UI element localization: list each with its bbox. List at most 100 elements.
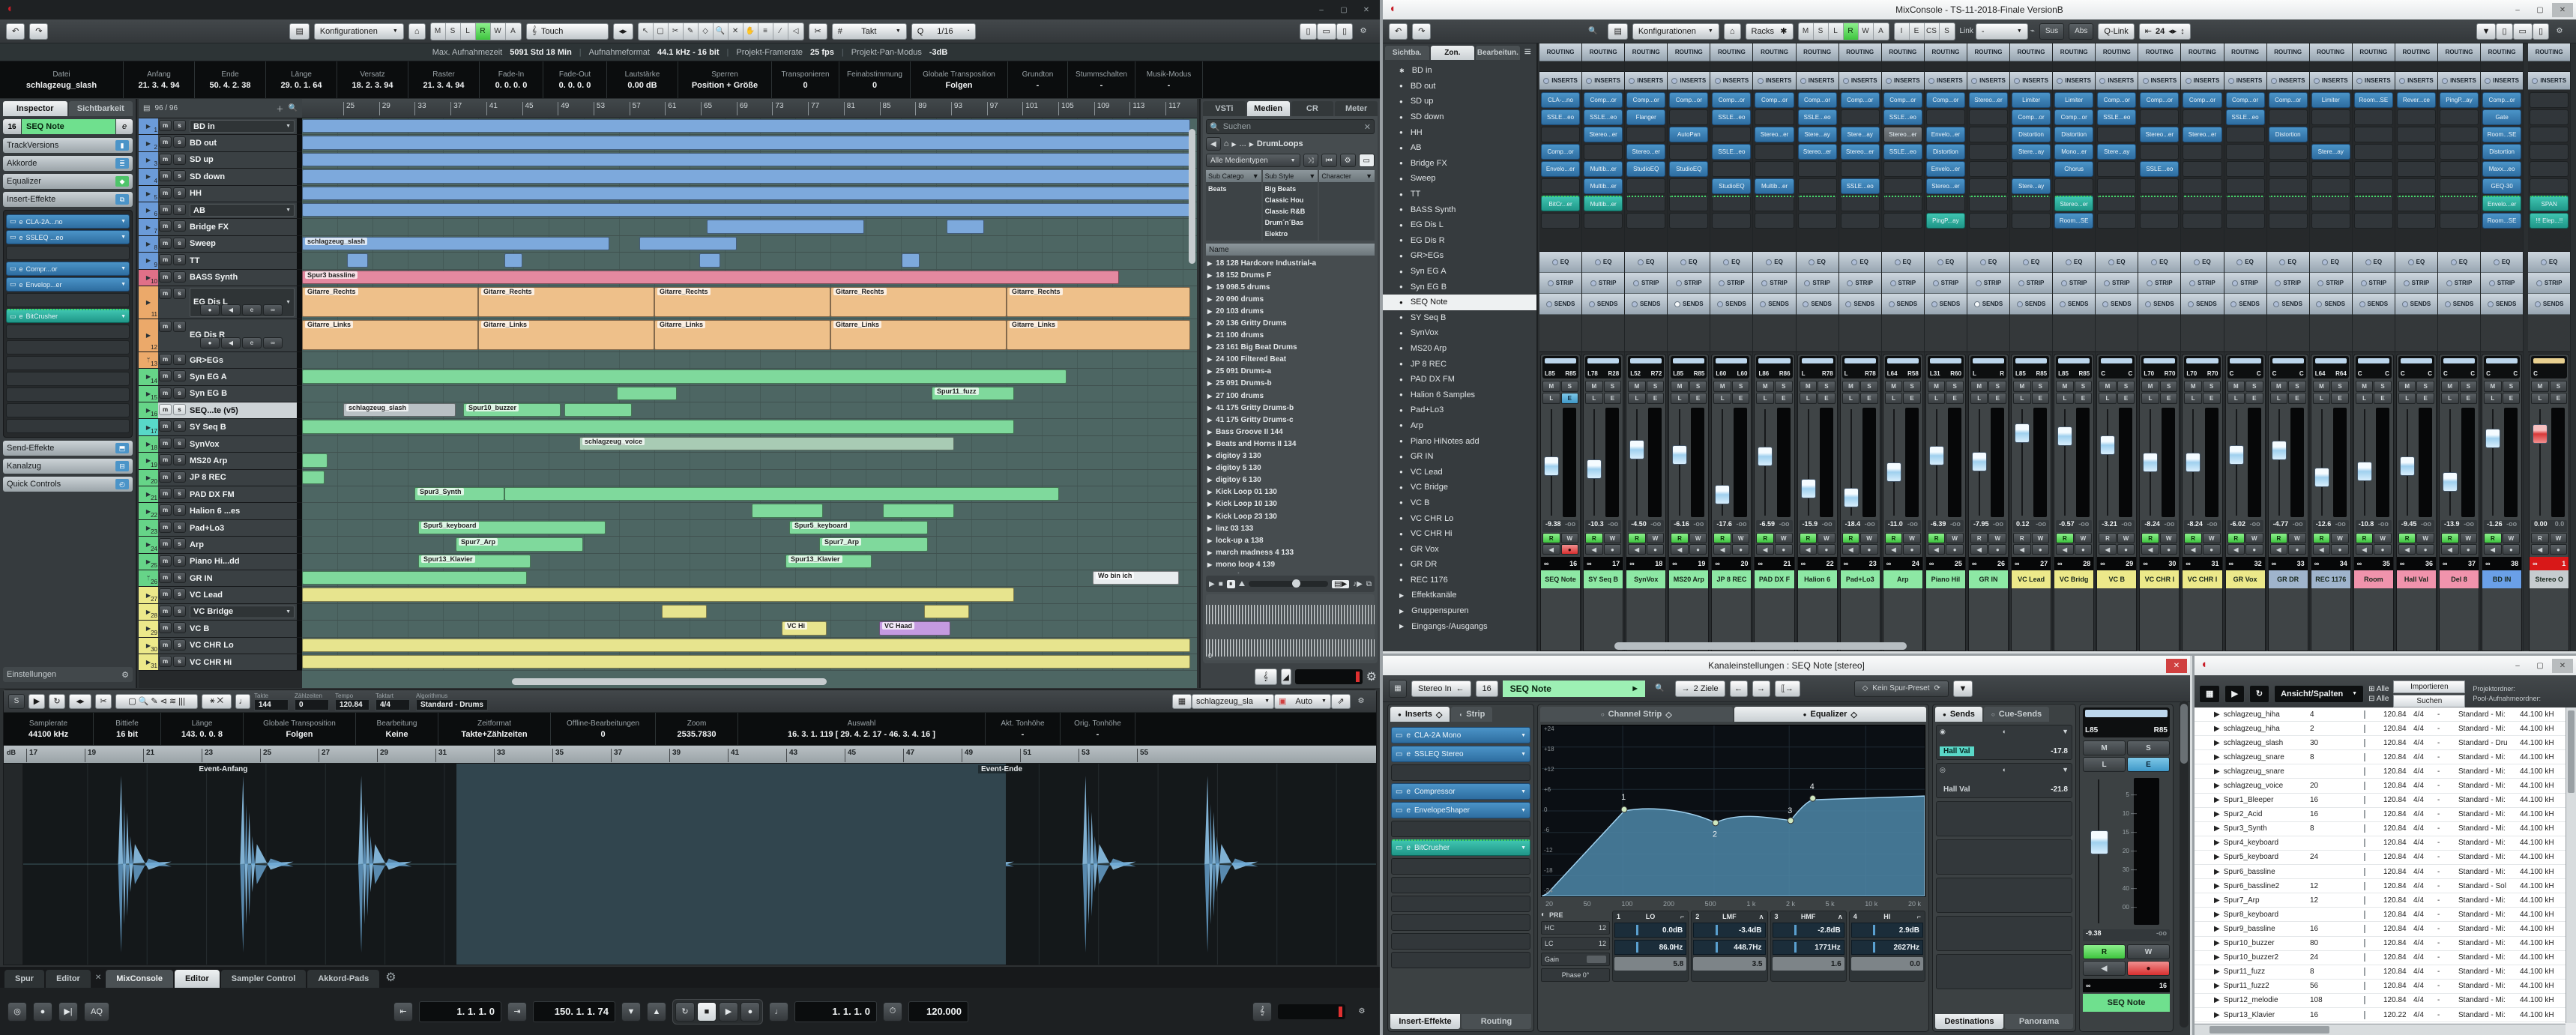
band-freq[interactable]: 1771Hz: [1773, 940, 1844, 955]
insert-slot[interactable]: [1391, 952, 1530, 968]
media-file-item[interactable]: ▶20 103 drums: [1206, 305, 1375, 317]
edit-button[interactable]: E: [2075, 393, 2093, 404]
insert-slot[interactable]: [1391, 896, 1530, 912]
arrangement-event[interactable]: [302, 119, 1190, 133]
peak-value[interactable]: -oo: [1993, 520, 2003, 532]
info-field-feinabstimmung[interactable]: Feinabstimmung0: [839, 61, 911, 98]
solo-button[interactable]: s: [173, 187, 186, 199]
media-file-item[interactable]: ▶27 100 drums: [1206, 390, 1375, 402]
window-zones-icon[interactable]: ⌂: [408, 23, 426, 40]
play-triangle-icon[interactable]: ▶: [1207, 465, 1212, 471]
pan-control[interactable]: L64R58: [1885, 356, 1921, 378]
mute-button[interactable]: m: [159, 204, 172, 215]
play-triangle-icon[interactable]: ▶: [2214, 968, 2220, 976]
read-button[interactable]: R: [2083, 944, 2126, 959]
fader-zone[interactable]: [1755, 406, 1794, 519]
channel-name-label[interactable]: SEQ Note: [1541, 570, 1580, 588]
insert-slot[interactable]: SSLE...eo: [2140, 161, 2179, 177]
post-insert-slot[interactable]: [2440, 213, 2479, 229]
musical-mode-cell[interactable]: [2361, 868, 2380, 876]
arrangement-lane[interactable]: [302, 453, 1197, 469]
track-row-tt[interactable]: ▶9msTT: [139, 253, 302, 269]
fader-db-value[interactable]: -11.0: [1888, 520, 1903, 532]
arrangement-event[interactable]: Gitarre_Rechts: [478, 287, 654, 317]
autoscroll-button[interactable]: ◂▸: [613, 23, 633, 40]
post-insert-slot[interactable]: [1712, 213, 1751, 229]
inserts-rack-header[interactable]: INSERTS: [2310, 72, 2352, 90]
playhead-position[interactable]: 1. 1. 1. 0: [794, 1001, 877, 1022]
dropdown-icon[interactable]: ▼: [2062, 728, 2069, 736]
editor-ruler[interactable]: dB17192123252729313335373941434547495153…: [4, 746, 1376, 764]
post-insert-slot[interactable]: Room...SE: [2482, 213, 2521, 229]
routing-rack-header[interactable]: ROUTING: [2053, 43, 2095, 61]
track-color-tab[interactable]: ▶24: [139, 537, 158, 552]
arrangement-event[interactable]: [302, 571, 527, 585]
pool-row[interactable]: ▶schlagzeug_hiha4120.844/4-Standard - Mi…: [2195, 707, 2566, 722]
track-color-tab[interactable]: ▶30: [139, 638, 158, 654]
send-destination[interactable]: Hall Val: [1940, 746, 1974, 756]
track-color-tab[interactable]: ᛘ26: [139, 570, 158, 586]
fader-cap[interactable]: [1886, 462, 1901, 482]
insert-slot[interactable]: [2054, 178, 2093, 194]
automation-r-button[interactable]: R: [476, 23, 491, 40]
peak-value[interactable]: -oo: [2335, 520, 2346, 532]
edit-button[interactable]: E: [1988, 393, 2006, 404]
tab-sampler-control[interactable]: Sampler Control: [221, 970, 307, 988]
fader-cap[interactable]: [1544, 456, 1559, 476]
collapse-all-button[interactable]: ⊟ Alle: [2368, 695, 2389, 703]
editor-open-icon[interactable]: ⇗: [1331, 694, 1351, 709]
back-button[interactable]: ◀: [1206, 137, 1221, 151]
channel-list-item[interactable]: ●Syn EG B: [1383, 279, 1536, 295]
sends-rack-header[interactable]: SENDS: [1710, 294, 1752, 315]
track-sub-button[interactable]: ∞: [263, 304, 283, 316]
insert-slot[interactable]: [1391, 877, 1530, 893]
pan-control[interactable]: L85R85: [1542, 356, 1578, 378]
insert-slot[interactable]: [2530, 144, 2569, 160]
insert-slot[interactable]: SSLE...eo: [1712, 109, 1751, 125]
listen-button[interactable]: L: [2184, 393, 2202, 404]
solo-button[interactable]: s: [173, 354, 186, 365]
play-triangle-icon[interactable]: ▶: [1207, 417, 1212, 423]
mute-button[interactable]: M: [1842, 381, 1860, 392]
pan-control[interactable]: LR78: [1842, 356, 1878, 378]
pan-control[interactable]: L86R86: [1756, 356, 1792, 378]
arrangement-event[interactable]: [504, 487, 1059, 501]
tab-sends[interactable]: ●Sends: [1935, 707, 1982, 722]
mute-button[interactable]: M: [2227, 381, 2245, 392]
configurations-dropdown[interactable]: Konfigurationen▼: [1632, 23, 1719, 40]
track-row-vc-bridge[interactable]: ▶28msVC Bridge: [139, 604, 302, 621]
channel-list-item[interactable]: ●SD up: [1383, 94, 1536, 109]
fader-cap[interactable]: [1587, 459, 1602, 479]
strip-rack-header[interactable]: STRIP: [2138, 273, 2180, 294]
fader-cap[interactable]: [2186, 453, 2201, 472]
mute-button[interactable]: m: [159, 370, 172, 381]
sends-rack-header[interactable]: SENDS: [1582, 294, 1624, 315]
search-icon[interactable]: 🔍: [1582, 24, 1603, 38]
fader-zone[interactable]: [1669, 406, 1708, 519]
inserts-rack-header[interactable]: INSERTS: [2353, 72, 2395, 90]
track-name[interactable]: Halion 6 ...es: [187, 503, 297, 519]
fader-cap[interactable]: [1629, 440, 1644, 459]
sends-rack-header[interactable]: SENDS: [2395, 294, 2437, 315]
track-color-tab[interactable]: ▶19: [139, 453, 158, 468]
view-i-button[interactable]: I: [1895, 23, 1910, 40]
track-row-piano-hi-dd[interactable]: ▶25msPiano Hi...dd: [139, 554, 302, 570]
mute-button[interactable]: M: [2484, 381, 2502, 392]
write-button[interactable]: W: [2203, 533, 2221, 543]
history-dropdown[interactable]: ▼: [2476, 23, 2497, 40]
monitor-button[interactable]: ◀: [2141, 544, 2159, 555]
eq-rack-header[interactable]: EQ: [1582, 252, 1624, 273]
view-columns-dropdown[interactable]: Ansicht/Spalten▼: [2274, 685, 2364, 703]
strip-rack-header[interactable]: STRIP: [2353, 273, 2395, 294]
mute-button[interactable]: m: [159, 555, 172, 567]
automation-m-button[interactable]: M: [1799, 23, 1814, 40]
write-button[interactable]: W: [1818, 533, 1836, 543]
arrangement-event[interactable]: Spur7_Arp: [456, 537, 583, 551]
filter-value[interactable]: Drum´n´Bas: [1265, 217, 1316, 229]
inserts-rack-header[interactable]: INSERTS: [2096, 72, 2138, 90]
listen-button[interactable]: L: [2270, 393, 2288, 404]
strip-rack-header[interactable]: STRIP: [1668, 273, 1710, 294]
insert-slot[interactable]: [1969, 109, 2008, 125]
track-row-arp[interactable]: ▶24msArp: [139, 537, 302, 553]
info-field-akt-tonh-he[interactable]: Akt. Tonhöhe-: [986, 713, 1061, 745]
